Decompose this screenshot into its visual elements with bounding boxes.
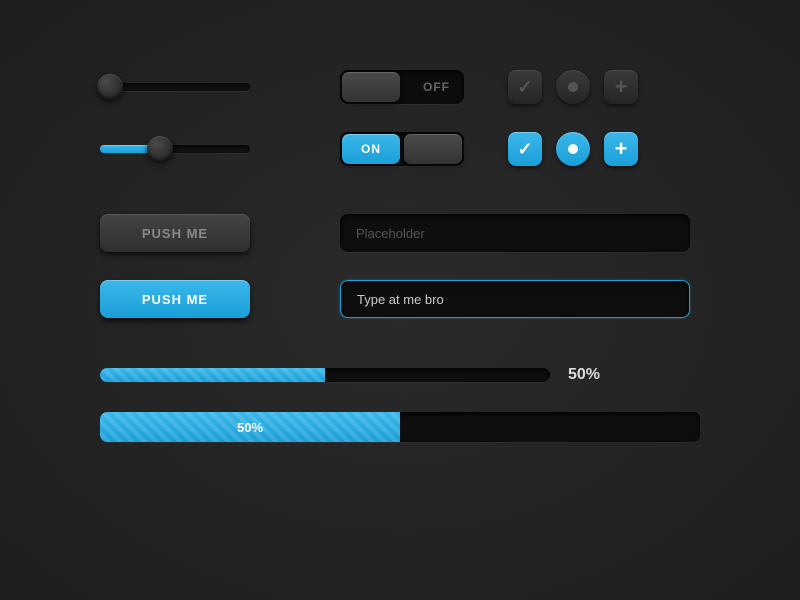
slider-inactive[interactable] bbox=[100, 83, 250, 91]
toggle-knob[interactable] bbox=[404, 134, 462, 164]
checkbox-checked[interactable]: ✓ bbox=[508, 132, 542, 166]
toggle-knob[interactable] bbox=[342, 72, 400, 102]
toggle-on-label: ON bbox=[342, 134, 400, 164]
plus-icon: + bbox=[615, 138, 628, 160]
progress-fill bbox=[100, 368, 325, 382]
slider-knob[interactable] bbox=[97, 74, 123, 100]
check-icon: ✓ bbox=[517, 77, 532, 98]
progress-bar-thick: 50% bbox=[100, 412, 700, 442]
toggle-off[interactable]: OFF bbox=[340, 70, 464, 104]
add-button-inactive[interactable]: + bbox=[604, 70, 638, 104]
progress-percent-label: 50% bbox=[568, 366, 600, 384]
add-button-active[interactable]: + bbox=[604, 132, 638, 166]
progress-bar-thin bbox=[100, 368, 550, 382]
checkbox-unchecked[interactable]: ✓ bbox=[508, 70, 542, 104]
text-input-focused[interactable] bbox=[340, 280, 690, 318]
slider-active[interactable] bbox=[100, 145, 250, 153]
dot-icon bbox=[568, 82, 578, 92]
push-me-button-dark[interactable]: PUSH ME bbox=[100, 214, 250, 252]
text-input[interactable] bbox=[340, 214, 690, 252]
dot-icon bbox=[568, 144, 578, 154]
push-me-button-blue[interactable]: PUSH ME bbox=[100, 280, 250, 318]
plus-icon: + bbox=[615, 76, 628, 98]
radio-selected[interactable] bbox=[556, 132, 590, 166]
radio-unselected[interactable] bbox=[556, 70, 590, 104]
toggle-off-label: OFF bbox=[423, 80, 450, 94]
progress-fill: 50% bbox=[100, 412, 400, 442]
slider-knob[interactable] bbox=[147, 136, 173, 162]
toggle-on[interactable]: ON bbox=[340, 132, 464, 166]
check-icon: ✓ bbox=[517, 139, 532, 160]
